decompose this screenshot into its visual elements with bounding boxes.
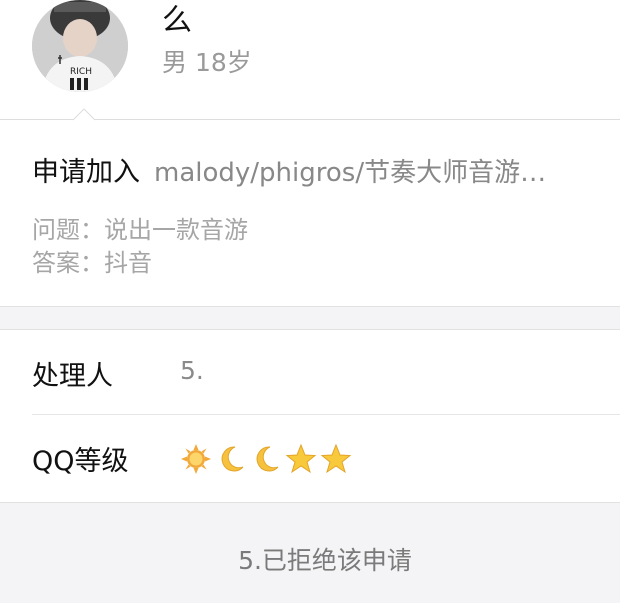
requester-name: 么 xyxy=(162,3,192,38)
star-icon xyxy=(285,443,317,474)
avatar[interactable]: RICH xyxy=(32,0,128,92)
gender-label: 男 xyxy=(162,48,188,77)
qq-level-icons xyxy=(180,443,352,477)
group-name[interactable]: malody/phigros/节奏大师音游… xyxy=(154,158,546,188)
answer-line: 答案：抖音 xyxy=(32,247,248,280)
caret-up-icon xyxy=(73,108,95,121)
moon-icon xyxy=(256,446,279,472)
avatar-shirt-text: RICH xyxy=(70,67,92,77)
handler-row[interactable]: 处理人 5. xyxy=(32,330,620,416)
question-text: 说出一款音游 xyxy=(104,216,248,244)
sun-icon xyxy=(181,444,211,474)
star-icon xyxy=(320,443,352,474)
status-text: 5.已拒绝该申请 xyxy=(238,546,412,575)
question-answer: 问题：说出一款音游 答案：抖音 xyxy=(32,214,248,280)
qq-level-row[interactable]: QQ等级 xyxy=(32,415,620,501)
qq-level-label: QQ等级 xyxy=(32,446,129,477)
answer-text: 抖音 xyxy=(104,249,152,277)
requester-meta: 男 18岁 xyxy=(162,48,252,78)
apply-label: 申请加入 xyxy=(32,157,140,188)
apply-group-row[interactable]: 申请加入 malody/phigros/节奏大师音游… xyxy=(32,150,607,194)
question-label: 问题： xyxy=(32,216,104,244)
question-line: 问题：说出一款音游 xyxy=(32,214,248,247)
moon-icon xyxy=(221,446,244,472)
handler-label: 处理人 xyxy=(32,361,113,392)
answer-label: 答案： xyxy=(32,249,104,277)
handler-value: 5. xyxy=(180,356,204,385)
requester-profile[interactable]: RICH 么 男 18岁 xyxy=(0,0,620,120)
section-gap xyxy=(0,307,620,329)
age-label: 18岁 xyxy=(194,48,252,77)
join-request-detail-page: RICH 么 男 18岁 申请加入 malody/phigros/节奏大师音游… … xyxy=(0,0,620,603)
status-bar: 5.已拒绝该申请 xyxy=(0,502,620,603)
